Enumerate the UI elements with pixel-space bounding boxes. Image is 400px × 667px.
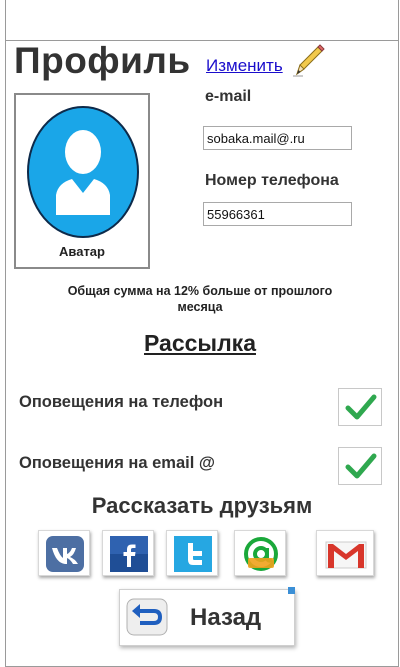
phone-notifications-checkbox[interactable] [338, 388, 382, 426]
share-facebook-button[interactable] [102, 530, 154, 576]
email-label: e-mail [205, 88, 252, 105]
phone-notifications-label: Оповещения на телефон [19, 393, 224, 411]
avatar[interactable]: Аватар [14, 93, 150, 269]
return-arrow-icon [126, 598, 168, 636]
edit-profile-link[interactable]: Изменить [206, 56, 283, 76]
email-notifications-checkbox[interactable] [338, 447, 382, 485]
share-mail-agent-button[interactable] [234, 530, 286, 576]
vk-icon [46, 536, 84, 572]
share-vk-button[interactable] [38, 530, 90, 576]
back-label: Назад [190, 604, 262, 631]
share-section-title: Рассказать друзьям [91, 493, 313, 518]
corner-badge [288, 587, 295, 594]
phone-label: Номер телефона [205, 172, 339, 189]
pencil-icon[interactable] [291, 44, 325, 78]
checkmark-icon [345, 453, 377, 479]
share-twitter-button[interactable] [166, 530, 218, 576]
twitter-icon [174, 536, 212, 572]
user-avatar-icon [27, 106, 139, 238]
share-gmail-button[interactable] [316, 530, 374, 576]
back-button[interactable]: Назад [119, 589, 295, 646]
avatar-label: Аватар [59, 244, 105, 259]
phone-field[interactable] [203, 202, 352, 226]
email-notifications-label: Оповещения на email @ [19, 454, 215, 472]
summary-notice: Общая сумма на 12% больше от прошлого ме… [67, 284, 333, 314]
email-field[interactable] [203, 126, 352, 150]
page-title: Профиль [14, 40, 191, 81]
checkmark-icon [345, 394, 377, 420]
mailing-title-text: Рассылка [144, 330, 256, 356]
facebook-icon [110, 536, 148, 572]
gmail-icon [325, 541, 367, 569]
mail-agent-icon [244, 537, 278, 571]
mailing-section-title: Рассылка [0, 330, 400, 357]
